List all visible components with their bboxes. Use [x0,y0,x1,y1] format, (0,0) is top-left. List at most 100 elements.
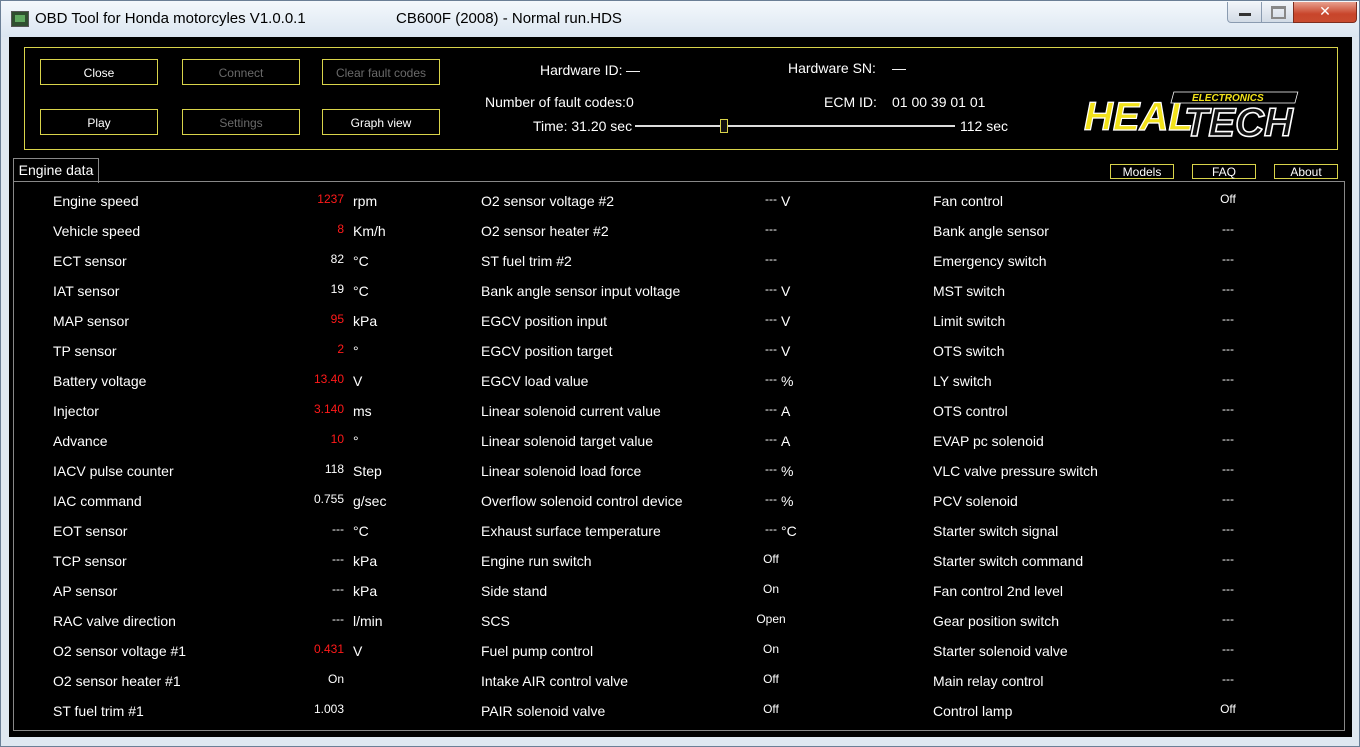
parameter-value: --- [765,492,777,506]
logo-sub-text: ELECTRONICS [1192,93,1264,104]
parameter-value: --- [1222,222,1234,236]
data-row: EGCV position input --- V [481,305,921,335]
parameter-label: Linear solenoid load force [481,463,642,479]
maximize-button[interactable] [1261,2,1295,23]
parameter-label: O2 sensor voltage #1 [53,643,187,659]
hardware-sn-value: — [892,60,906,76]
data-row: Fan control 2nd level --- [933,575,1333,605]
parameter-unit: kPa [353,313,378,329]
parameter-value: --- [765,312,777,326]
graph-view-button[interactable]: Graph view [322,109,440,135]
parameter-unit: A [781,403,791,419]
parameter-value: 19 [330,282,344,296]
close-window-button[interactable]: ✕ [1293,2,1357,23]
parameter-label: IACV pulse counter [53,463,174,479]
title-bar[interactable]: OBD Tool for Honda motorcyles V1.0.0.1 C… [1,1,1359,37]
parameter-unit: ° [353,343,359,359]
parameter-label: PCV solenoid [933,493,1018,509]
parameter-label: PAIR solenoid valve [481,703,606,719]
minimize-button[interactable] [1227,2,1263,23]
parameter-label: TCP sensor [53,553,127,569]
parameter-label: Fan control [933,193,1004,209]
parameter-value: --- [765,402,777,416]
data-row: O2 sensor voltage #1 0.431 V [53,635,493,665]
data-row: Overflow solenoid control device ---% [481,485,921,515]
data-row: RAC valve direction --- l/min [53,605,493,635]
data-row: Side stand On [481,575,921,605]
parameter-value: Off [763,672,779,686]
about-button[interactable]: About [1274,164,1338,179]
parameter-value: --- [332,522,344,536]
parameter-label: EGCV position input [481,313,608,329]
parameter-unit: V [353,643,363,659]
parameter-label: O2 sensor heater #2 [481,223,609,239]
parameter-unit: °C [353,283,369,299]
data-row: EGCV position target --- V [481,335,921,365]
parameter-value: --- [1222,282,1234,296]
engine-data-panel: Engine speed 1237 rpm Vehicle speed 8 Km/h ECT… [13,181,1345,731]
parameter-value: --- [1222,342,1234,356]
data-row: PAIR solenoid valve Off [481,695,921,725]
parameter-value: 82 [330,252,344,266]
data-row: Fan control Off [933,185,1333,215]
parameter-label: Overflow solenoid control device [481,493,683,509]
parameter-label: Fan control 2nd level [933,583,1063,599]
parameter-value: --- [765,222,777,236]
connect-button[interactable]: Connect [182,59,300,85]
parameter-label: Advance [53,433,108,449]
hardware-id-label: Hardware ID: [540,62,623,78]
data-row: Advance 10 ° [53,425,493,455]
parameter-label: Exhaust surface temperature [481,523,661,539]
parameter-value: 13.40 [313,372,344,386]
parameter-unit: ms [353,403,372,419]
settings-button[interactable]: Settings [182,109,300,135]
data-row: ST fuel trim #2 --- [481,245,921,275]
data-row: O2 sensor heater #2 --- [481,215,921,245]
parameter-value: --- [765,432,777,446]
close-button[interactable]: Close [40,59,158,85]
data-row: O2 sensor heater #1 On [53,665,493,695]
parameter-label: Linear solenoid current value [481,403,661,419]
play-button[interactable]: Play [40,109,158,135]
time-slider-track[interactable] [635,125,955,127]
parameter-label: Side stand [481,583,548,599]
parameter-label: ST fuel trim #2 [481,253,572,269]
tab-engine-data[interactable]: Engine data [13,158,99,183]
parameter-unit: V [353,373,363,389]
close-icon: ✕ [1319,4,1331,20]
parameter-label: TP sensor [53,343,117,359]
parameter-value: 1237 [317,192,344,206]
parameter-label: IAC command [53,493,142,509]
data-row: Limit switch --- [933,305,1333,335]
data-row: ECT sensor 82 °C [53,245,493,275]
parameter-label: ST fuel trim #1 [53,703,144,719]
parameter-value: Off [763,702,779,716]
clear-fault-codes-button[interactable]: Clear fault codes [322,59,440,85]
data-row: OTS control --- [933,395,1333,425]
parameter-value: --- [765,192,777,206]
time-end-label: 112 sec [960,118,1008,134]
parameter-value: --- [765,342,777,356]
data-row: AP sensor --- kPa [53,575,493,605]
data-row: Gear position switch --- [933,605,1333,635]
data-row: Starter switch signal --- [933,515,1333,545]
parameter-label: Control lamp [933,703,1013,719]
parameter-label: Bank angle sensor input voltage [481,283,681,299]
data-row: Intake AIR control valve Off [481,665,921,695]
data-row: Exhaust surface temperature --- °C [481,515,921,545]
models-button[interactable]: Models [1110,164,1174,179]
time-slider-thumb[interactable] [720,119,729,133]
parameter-label: EGCV load value [481,373,589,389]
parameter-value: 8 [337,222,344,236]
faq-button[interactable]: FAQ [1192,164,1256,179]
data-row: Emergency switch --- [933,245,1333,275]
parameter-value: 0.755 [313,492,344,506]
parameter-label: ECT sensor [53,253,127,269]
data-row: Linear solenoid target value --- A [481,425,921,455]
parameter-value: On [762,582,779,596]
parameter-value: On [762,642,779,656]
data-row: ST fuel trim #1 1.003 [53,695,493,725]
parameter-value: --- [765,252,777,266]
parameter-value: On [327,672,344,686]
parameter-label: OTS switch [933,343,1005,359]
